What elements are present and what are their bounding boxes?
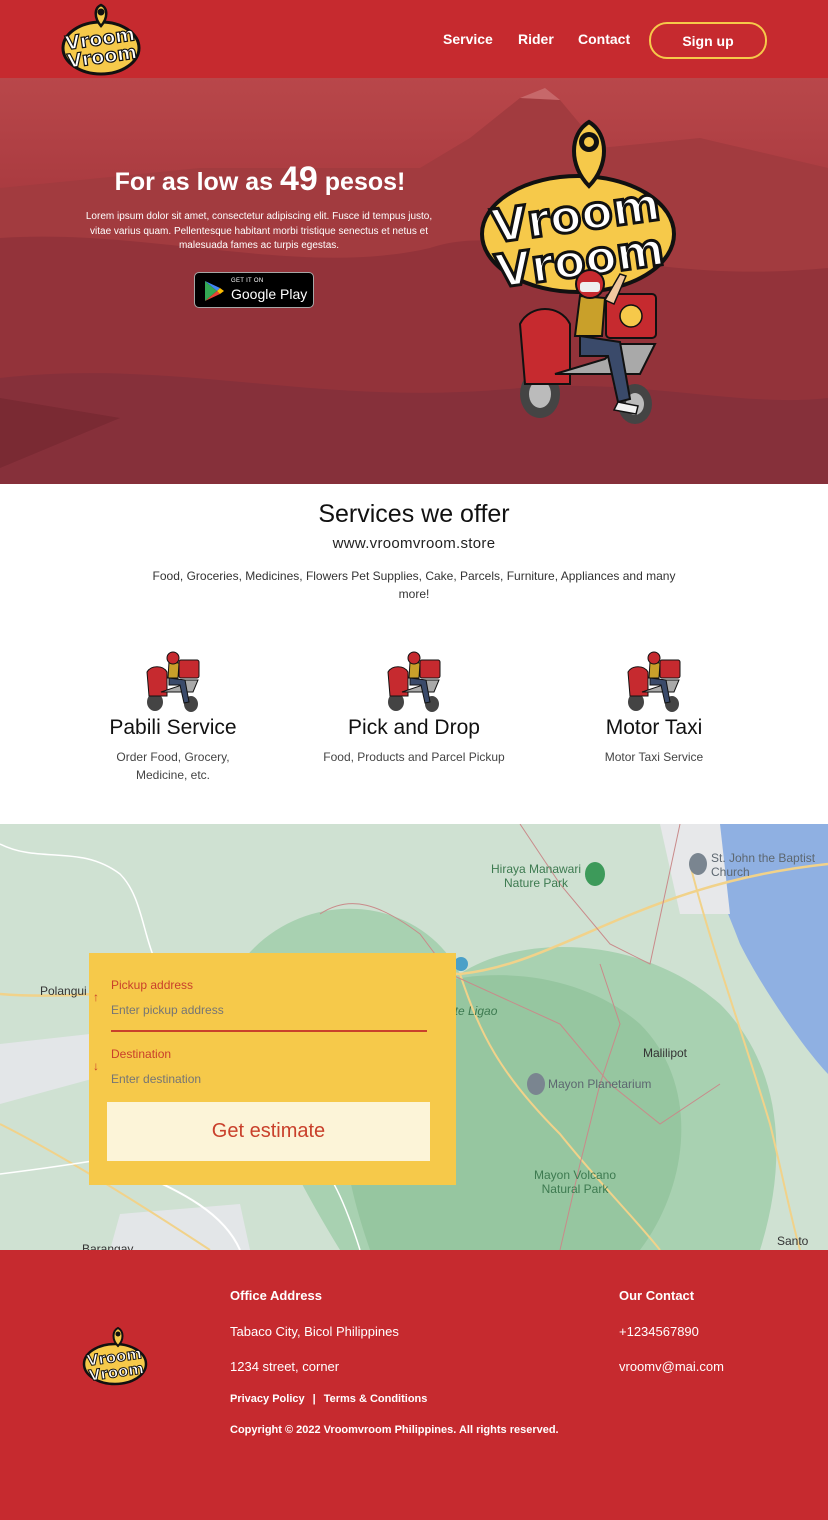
signup-button[interactable]: Sign up	[649, 22, 767, 59]
service-subtitle: Food, Products and Parcel Pickup	[323, 750, 505, 764]
nav-service-link[interactable]: Service	[443, 31, 493, 47]
divider-line	[111, 1030, 427, 1032]
contact-phone[interactable]: +1234567890	[619, 1324, 699, 1339]
vroomvroom-logo[interactable]: Vroom Vroom	[58, 2, 144, 76]
services-title: Services we offer	[318, 500, 510, 528]
arrow-down-icon: ↓	[93, 1059, 99, 1073]
service-name: Motor Taxi	[605, 716, 703, 739]
site-header: Vroom Vroom Service Rider Contact Sign u…	[0, 0, 828, 78]
pickup-label: Pickup address	[111, 978, 194, 992]
hero-section: For as low as 49 pesos! Lorem ipsum dolo…	[0, 78, 828, 484]
nav-rider-link[interactable]: Rider	[518, 31, 554, 47]
map-label-mayon[interactable]: Mayon Volcano Natural Park	[530, 1168, 620, 1196]
destination-label: Destination	[111, 1047, 172, 1061]
google-play-small-text: GET IT ON	[231, 278, 264, 284]
map-label-st-john[interactable]: St. John the Baptist Church	[711, 851, 821, 879]
service-subtitle: Motor Taxi Service	[604, 750, 704, 764]
map-label-malilipot: Malilipot	[643, 1046, 688, 1060]
map-label-santo: Santo	[777, 1234, 809, 1248]
hero-description: Lorem ipsum dolor sit amet, consectetur …	[85, 211, 433, 251]
rider-mascot-icon	[518, 269, 657, 424]
terms-link[interactable]: Terms & Conditions	[324, 1393, 428, 1405]
services-description: Food, Groceries, Medicines, Flowers Pet …	[152, 569, 676, 601]
link-separator: |	[312, 1393, 316, 1405]
footer-vroomvroom-logo[interactable]: Vroom Vroom	[80, 1326, 150, 1386]
office-address-line1: Tabaco City, Bicol Philippines	[230, 1324, 399, 1339]
estimate-form: ↑ Pickup address ↓ Destination Get estim…	[89, 953, 456, 1185]
office-address-line2: 1234 street, corner	[230, 1359, 340, 1374]
destination-input[interactable]	[111, 1072, 427, 1086]
google-play-big-text: Google Play	[231, 286, 308, 302]
service-card-pabili[interactable]: Pabili Service Order Food, Grocery, Medi…	[93, 650, 253, 784]
google-play-icon	[205, 281, 224, 301]
services-url: www.vroomvroom.store	[332, 535, 496, 552]
office-address-heading: Office Address	[230, 1288, 322, 1303]
contact-email[interactable]: vroomv@mai.com	[619, 1359, 724, 1374]
footer-links: Privacy Policy | Terms & Conditions	[230, 1393, 427, 1405]
get-estimate-button[interactable]: Get estimate	[107, 1102, 430, 1161]
site-footer: Vroom Vroom Office Address Tabaco City, …	[0, 1250, 828, 1520]
rider-icon	[627, 651, 681, 712]
map-label-planetarium[interactable]: Mayon Planetarium	[548, 1077, 651, 1091]
copyright-text: Copyright © 2022 Vroomvroom Philippines.…	[230, 1424, 559, 1436]
hero-title: For as low as 49 pesos!	[114, 160, 406, 198]
map-label-hiraya[interactable]: Hiraya Manawari Nature Park	[476, 862, 596, 890]
rider-icon	[387, 651, 441, 712]
service-subtitle: Order Food, Grocery, Medicine, etc.	[116, 750, 230, 782]
map-label-barangay: Barangay	[82, 1242, 134, 1250]
rider-icon	[146, 651, 200, 712]
nav-contact-link[interactable]: Contact	[578, 31, 630, 47]
pickup-address-input[interactable]	[111, 1003, 427, 1017]
service-card-motor-taxi[interactable]: Motor Taxi Motor Taxi Service	[574, 650, 734, 766]
privacy-policy-link[interactable]: Privacy Policy	[230, 1393, 305, 1405]
service-card-pick-and-drop[interactable]: Pick and Drop Food, Products and Parcel …	[300, 650, 528, 766]
google-play-button[interactable]: GET IT ON Google Play	[194, 272, 314, 308]
contact-heading: Our Contact	[619, 1288, 695, 1303]
service-name: Pick and Drop	[348, 716, 480, 739]
map-label-polangui: Polangui	[40, 984, 87, 998]
map-label-ligao: ite Ligao	[452, 1004, 498, 1018]
arrow-up-icon: ↑	[93, 990, 99, 1004]
service-name: Pabili Service	[109, 716, 237, 739]
volcano-background	[0, 88, 828, 484]
